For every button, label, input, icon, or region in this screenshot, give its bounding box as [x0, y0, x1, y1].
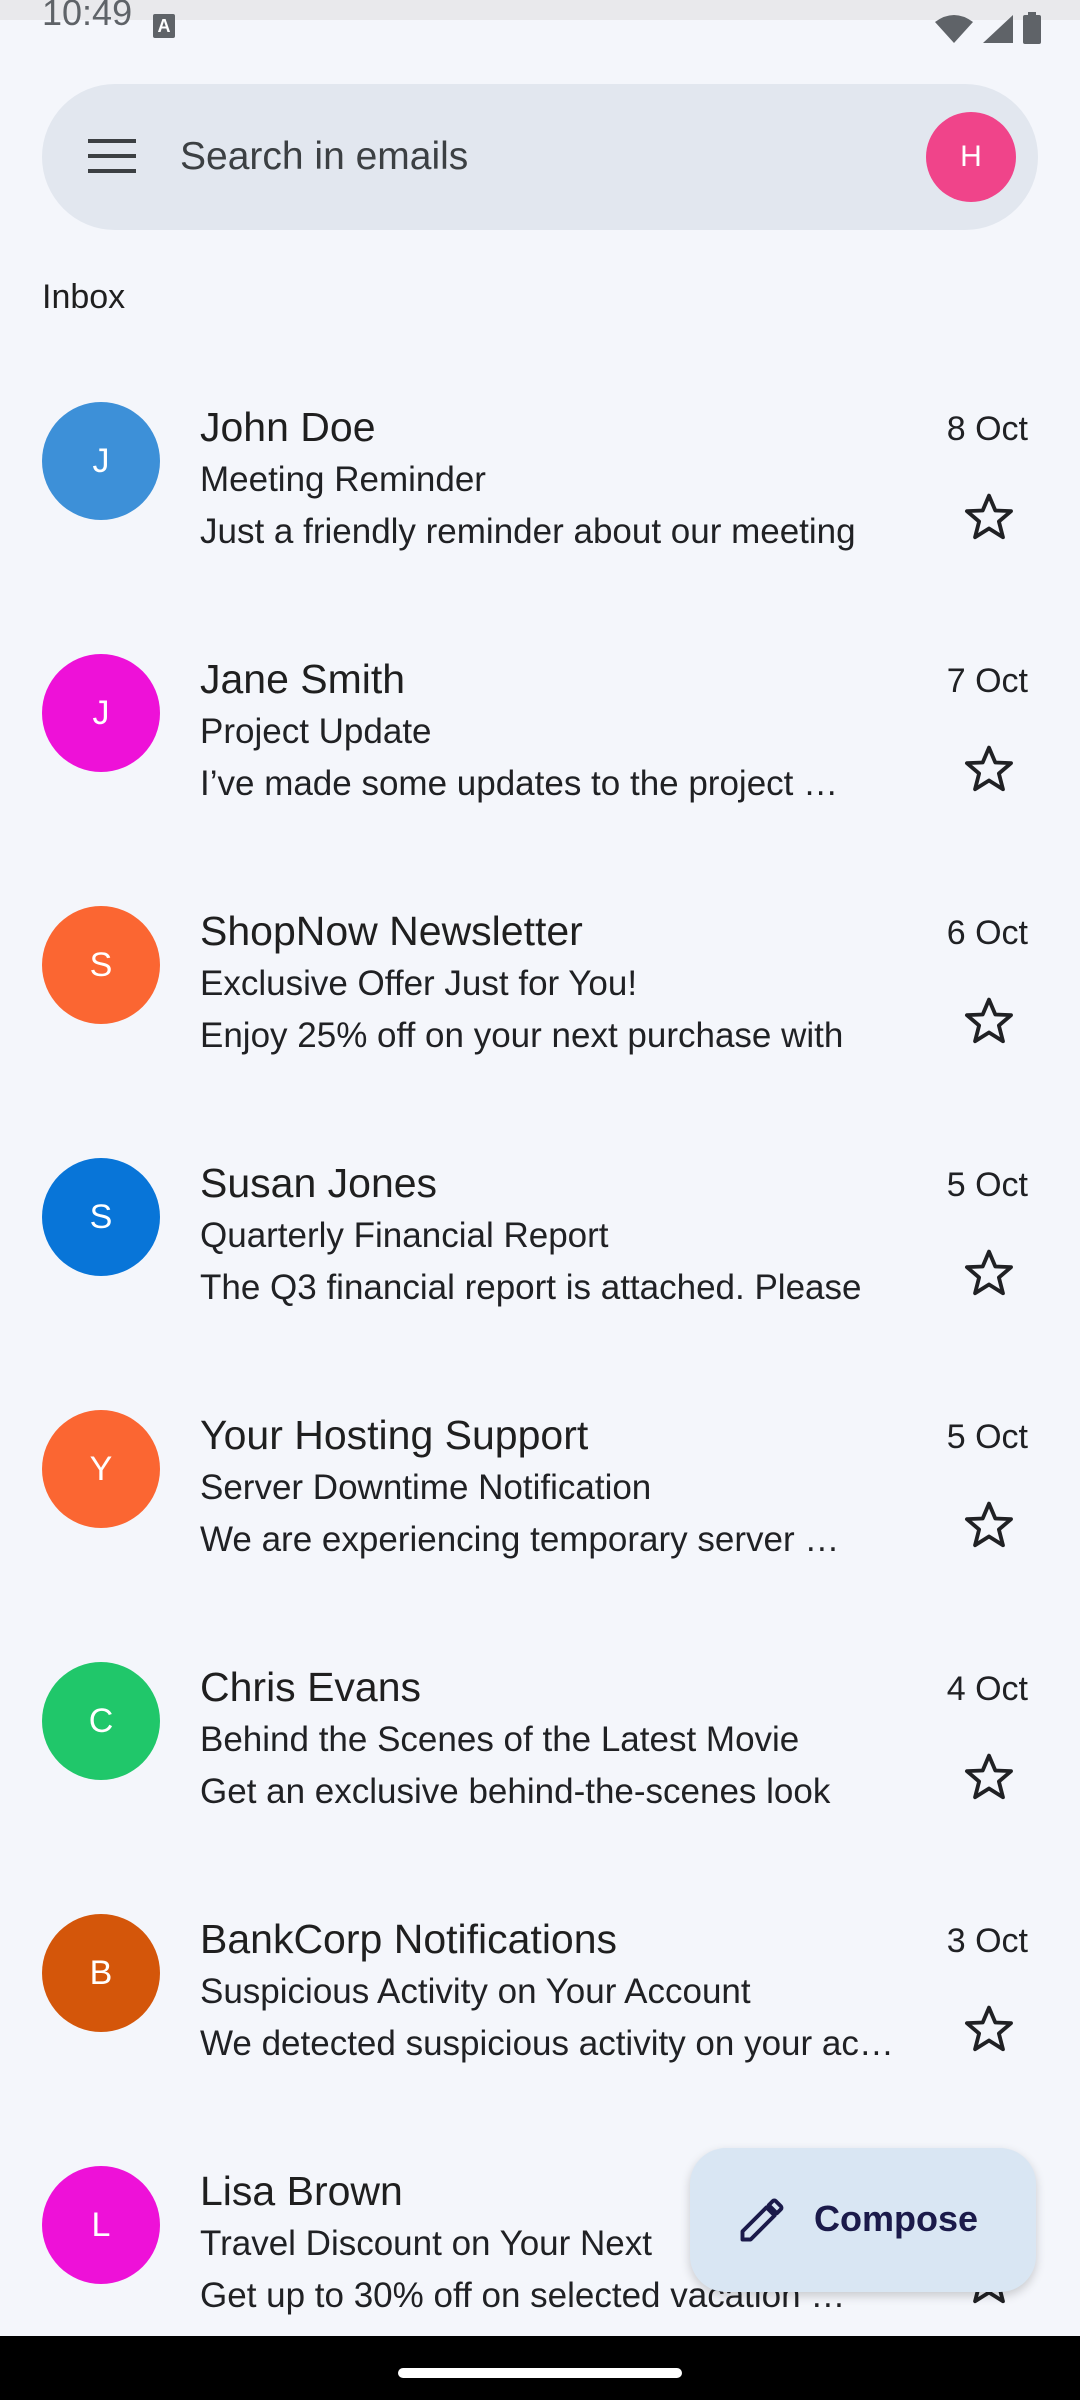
email-row[interactable]: J Jane Smith Project Update I’ve made so…: [0, 612, 1080, 864]
status-icons: [934, 12, 1042, 44]
star-icon[interactable]: [962, 1750, 1016, 1804]
email-snippet: The Q3 financial report is attached. Ple…: [200, 1268, 862, 1307]
email-sender: ShopNow Newsletter: [200, 908, 583, 954]
status-time: 10:49: [42, 0, 133, 33]
email-subject: Suspicious Activity on Your Account: [200, 1972, 751, 2011]
wifi-icon: [935, 15, 973, 43]
star-icon[interactable]: [962, 1498, 1016, 1552]
email-subject: Meeting Reminder: [200, 460, 486, 499]
email-row[interactable]: S Susan Jones Quarterly Financial Report…: [0, 1116, 1080, 1368]
battery-icon: [1023, 12, 1041, 44]
email-snippet: I’ve made some updates to the project …: [200, 764, 839, 803]
pencil-icon: [740, 2198, 784, 2242]
star-icon[interactable]: [962, 2002, 1016, 2056]
status-bar: 10:49 A: [0, 0, 1080, 44]
home-gesture-handle[interactable]: [398, 2368, 682, 2378]
email-subject: Travel Discount on Your Next: [200, 2224, 652, 2263]
email-date: 4 Oct: [946, 1670, 1028, 1708]
email-subject: Quarterly Financial Report: [200, 1216, 609, 1255]
sender-avatar: J: [42, 654, 160, 772]
email-snippet: Get an exclusive behind-the-scenes look: [200, 1772, 831, 1811]
star-icon[interactable]: [962, 1246, 1016, 1300]
sender-avatar: Y: [42, 1410, 160, 1528]
compose-button[interactable]: Compose: [690, 2148, 1036, 2292]
email-row[interactable]: J John Doe Meeting Reminder Just a frien…: [0, 360, 1080, 612]
sender-avatar: S: [42, 1158, 160, 1276]
star-icon[interactable]: [962, 742, 1016, 796]
email-sender: BankCorp Notifications: [200, 1916, 618, 1962]
star-icon[interactable]: [962, 490, 1016, 544]
email-subject: Behind the Scenes of the Latest Movie: [200, 1720, 800, 1759]
search-bar[interactable]: Search in emails H: [42, 84, 1038, 230]
email-sender: Susan Jones: [200, 1160, 438, 1206]
section-title: Inbox: [42, 278, 126, 316]
email-snippet: Just a friendly reminder about our meeti…: [200, 512, 856, 551]
search-input[interactable]: Search in emails: [180, 132, 468, 182]
account-avatar[interactable]: H: [926, 112, 1016, 202]
email-sender: John Doe: [200, 404, 376, 450]
email-date: 7 Oct: [946, 662, 1028, 700]
email-sender: Jane Smith: [200, 656, 406, 702]
email-date: 5 Oct: [946, 1166, 1028, 1204]
email-list: J John Doe Meeting Reminder Just a frien…: [0, 360, 1080, 2376]
email-subject: Exclusive Offer Just for You!: [200, 964, 638, 1003]
signal-icon: [983, 15, 1013, 43]
email-row[interactable]: S ShopNow Newsletter Exclusive Offer Jus…: [0, 864, 1080, 1116]
email-date: 8 Oct: [946, 410, 1028, 448]
email-row[interactable]: C Chris Evans Behind the Scenes of the L…: [0, 1620, 1080, 1872]
email-subject: Project Update: [200, 712, 432, 751]
sender-avatar: J: [42, 402, 160, 520]
email-subject: Server Downtime Notification: [200, 1468, 652, 1507]
sender-avatar: C: [42, 1662, 160, 1780]
sender-avatar: L: [42, 2166, 160, 2284]
email-sender: Chris Evans: [200, 1664, 422, 1710]
email-snippet: We detected suspicious activity on your …: [200, 2024, 900, 2063]
email-snippet: Enjoy 25% off on your next purchase with: [200, 1016, 844, 1055]
email-row[interactable]: Y Your Hosting Support Server Downtime N…: [0, 1368, 1080, 1620]
star-icon[interactable]: [962, 994, 1016, 1048]
email-date: 6 Oct: [946, 914, 1028, 952]
keyboard-indicator-icon: A: [153, 14, 175, 38]
email-snippet: We are experiencing temporary server …: [200, 1520, 840, 1559]
email-date: 3 Oct: [946, 1922, 1028, 1960]
menu-icon[interactable]: [86, 134, 138, 178]
email-sender: Lisa Brown: [200, 2168, 403, 2214]
navigation-bar: [0, 2336, 1080, 2400]
email-date: 5 Oct: [946, 1418, 1028, 1456]
email-sender: Your Hosting Support: [200, 1412, 589, 1458]
sender-avatar: B: [42, 1914, 160, 2032]
email-row[interactable]: B BankCorp Notifications Suspicious Acti…: [0, 1872, 1080, 2124]
compose-label: Compose: [814, 2198, 979, 2239]
sender-avatar: S: [42, 906, 160, 1024]
